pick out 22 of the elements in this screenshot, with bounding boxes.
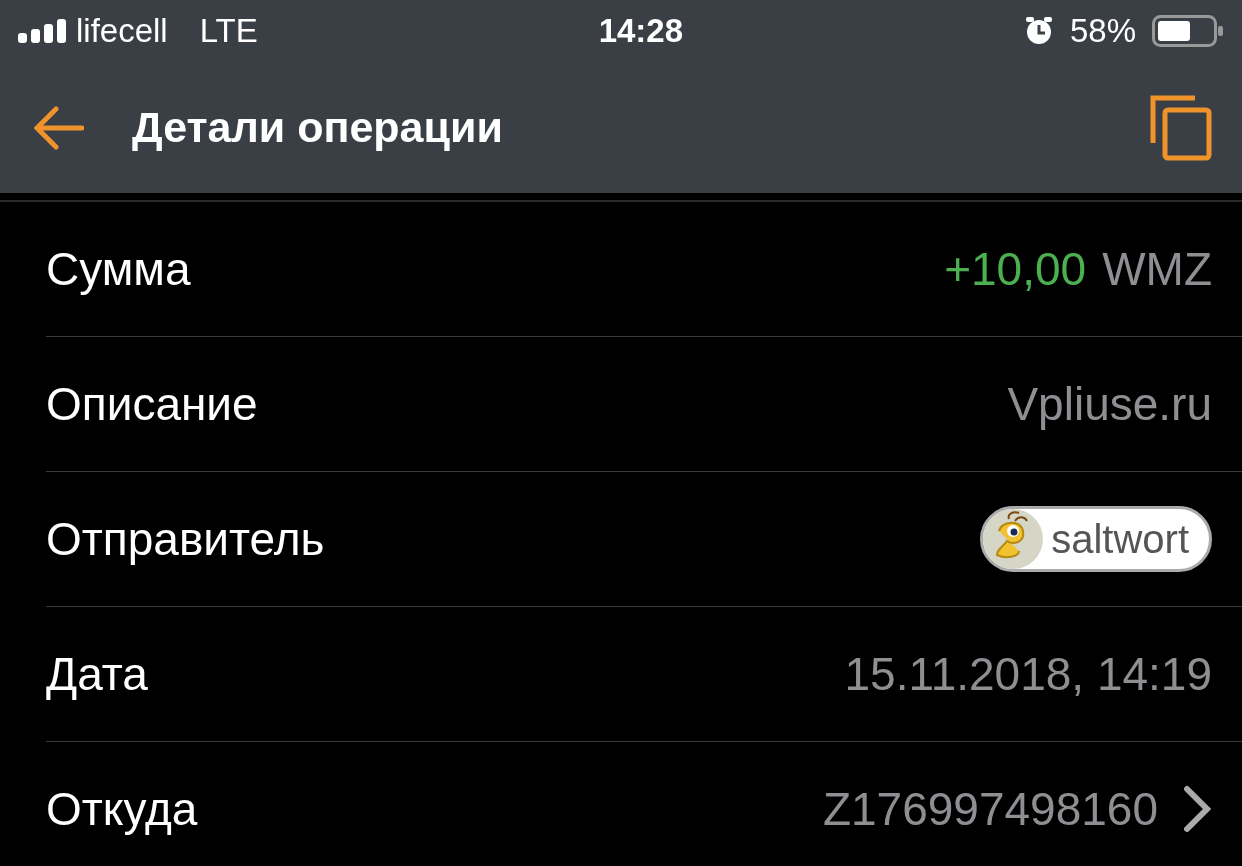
battery-icon bbox=[1152, 15, 1224, 47]
field-label: Откуда bbox=[46, 781, 198, 837]
field-label: Дата bbox=[46, 646, 148, 702]
battery-percent: 58% bbox=[1069, 11, 1136, 52]
amount-value: +10,00 bbox=[944, 241, 1087, 297]
back-arrow-icon[interactable] bbox=[34, 105, 84, 150]
currency-code: WMZ bbox=[1102, 241, 1212, 297]
field-label: Отправитель bbox=[46, 511, 325, 567]
network-type: LTE bbox=[199, 11, 258, 52]
signal-icon bbox=[18, 19, 68, 43]
field-label: Описание bbox=[46, 376, 258, 432]
copy-icon[interactable] bbox=[1150, 94, 1212, 161]
user-chip[interactable]: saltwort bbox=[980, 506, 1212, 572]
avatar-icon bbox=[983, 509, 1044, 569]
chevron-right-icon[interactable] bbox=[1182, 785, 1212, 833]
screen-title: Детали операции bbox=[132, 102, 503, 154]
field-value: Vpliuse.ru bbox=[1007, 376, 1212, 432]
status-time: 14:28 bbox=[598, 11, 684, 52]
carrier-name: lifecell bbox=[76, 11, 168, 52]
field-value: Z176997498160 bbox=[822, 781, 1158, 837]
field-label: Сумма bbox=[46, 241, 191, 297]
field-value: 15.11.2018, 14:19 bbox=[844, 646, 1212, 702]
